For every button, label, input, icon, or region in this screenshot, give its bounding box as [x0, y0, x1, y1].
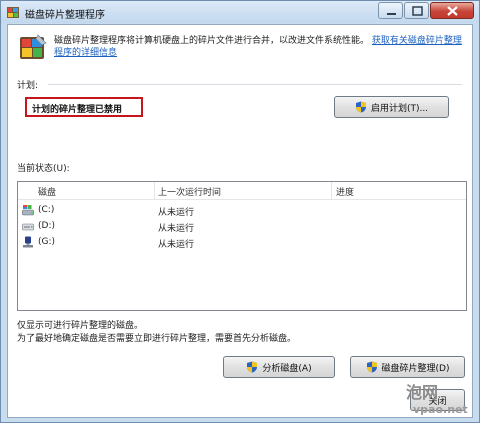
defrag-icon	[7, 7, 19, 18]
maximize-icon	[412, 6, 423, 16]
table-row[interactable]: (C:) 从未运行	[18, 202, 466, 218]
current-status-label: 当前状态(U):	[17, 164, 70, 174]
disk-list[interactable]: 磁盘 上一次运行时间 进度 (C:) 从未运行 (D:) 从未运行 (G:) 从…	[17, 181, 467, 311]
watermark-logo: 泡网	[406, 383, 439, 402]
analyze-disk-label: 分析磁盘(A)	[262, 363, 312, 374]
enable-schedule-label: 启用计划(T)...	[370, 103, 429, 114]
disk-name: (C:)	[38, 205, 55, 215]
client-area: 磁盘碎片整理程序将计算机硬盘上的碎片文件进行合并，以改进文件系统性能。 获取有关…	[7, 24, 473, 418]
schedule-status-box: 计划的碎片整理已禁用	[25, 97, 143, 117]
uac-shield-icon	[355, 101, 366, 113]
uac-shield-icon	[366, 361, 377, 373]
defragment-disk-label: 磁盘碎片整理(D)	[381, 363, 450, 374]
note-line-2: 为了最好地确定磁盘是否需要立即进行碎片整理，需要首先分析磁盘。	[17, 334, 297, 344]
title-bar[interactable]: 磁盘碎片整理程序	[1, 1, 479, 23]
divider	[48, 84, 462, 85]
list-header: 磁盘 上一次运行时间 进度	[18, 182, 466, 200]
column-header-progress[interactable]: 进度	[336, 185, 354, 198]
minimize-button[interactable]	[378, 2, 403, 19]
watermark-url: vpao.net	[413, 403, 468, 416]
schedule-label: 计划:	[17, 81, 39, 91]
note-line-1: 仅显示可进行碎片整理的磁盘。	[17, 321, 144, 331]
last-run: 从未运行	[158, 240, 195, 250]
disk-name: (G:)	[38, 237, 56, 247]
description-text: 磁盘碎片整理程序将计算机硬盘上的碎片文件进行合并，以改进文件系统性能。	[54, 36, 370, 46]
defragment-disk-button[interactable]: 磁盘碎片整理(D)	[350, 356, 465, 378]
defrag-icon	[20, 34, 47, 59]
last-run: 从未运行	[158, 224, 195, 234]
optical-drive-icon	[22, 223, 34, 231]
window-title: 磁盘碎片整理程序	[25, 10, 105, 21]
analyze-disk-button[interactable]: 分析磁盘(A)	[223, 356, 335, 378]
enable-schedule-button[interactable]: 启用计划(T)...	[334, 96, 449, 118]
defrag-window: 磁盘碎片整理程序 磁盘碎片整理程序将计算机硬盘上的碎片文件进行合并，以改进文件系…	[0, 0, 480, 423]
close-icon	[447, 6, 458, 16]
schedule-status: 计划的碎片整理已禁用	[32, 105, 123, 115]
uac-shield-icon	[247, 361, 258, 373]
table-row[interactable]: (D:) 从未运行	[18, 218, 466, 234]
description: 磁盘碎片整理程序将计算机硬盘上的碎片文件进行合并，以改进文件系统性能。 获取有关…	[54, 35, 468, 59]
column-divider	[331, 182, 332, 200]
column-divider	[154, 182, 155, 200]
minimize-icon	[387, 13, 396, 15]
last-run: 从未运行	[158, 208, 195, 218]
usb-drive-icon	[23, 236, 33, 248]
column-header-disk[interactable]: 磁盘	[38, 185, 56, 198]
close-window-button[interactable]	[430, 2, 474, 19]
table-row[interactable]: (G:) 从未运行	[18, 234, 466, 250]
column-header-last-run[interactable]: 上一次运行时间	[158, 185, 221, 198]
system-drive-icon	[22, 205, 34, 216]
maximize-button[interactable]	[404, 2, 429, 19]
disk-name: (D:)	[38, 221, 55, 231]
